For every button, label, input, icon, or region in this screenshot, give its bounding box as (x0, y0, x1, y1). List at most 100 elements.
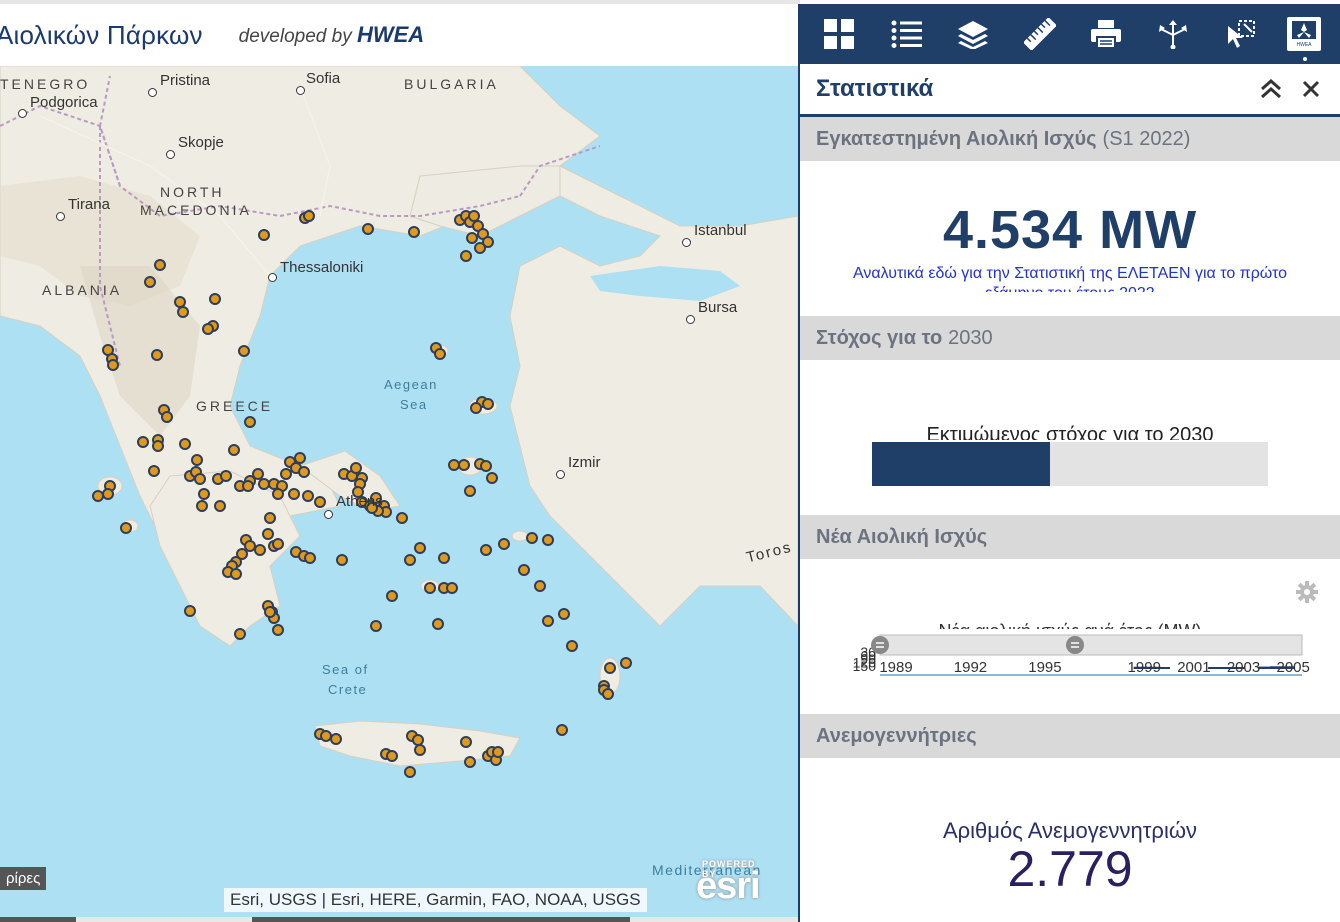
wind-park-marker[interactable] (184, 605, 196, 617)
brand-name[interactable]: HWEA (357, 22, 424, 47)
wind-park-marker[interactable] (198, 488, 210, 500)
wind-park-marker[interactable] (244, 416, 256, 428)
wind-park-marker[interactable] (604, 662, 616, 674)
wind-park-marker[interactable] (470, 402, 482, 414)
wind-park-marker[interactable] (202, 323, 214, 335)
wind-park-marker[interactable] (303, 210, 315, 222)
wind-park-marker[interactable] (458, 459, 470, 471)
wind-park-marker[interactable] (107, 359, 119, 371)
wind-park-marker[interactable] (362, 223, 374, 235)
map-view[interactable]: TENEGRO Podgorica Pristina Sofia BULGARI… (0, 66, 798, 922)
measure-button[interactable] (1020, 14, 1060, 54)
wind-park-marker[interactable] (414, 744, 426, 756)
wind-park-marker[interactable] (526, 532, 538, 544)
wind-park-marker[interactable] (161, 411, 173, 423)
wind-park-marker[interactable] (120, 522, 132, 534)
wind-park-marker[interactable] (336, 554, 348, 566)
wind-parks-layer[interactable] (0, 66, 798, 922)
wind-park-marker[interactable] (230, 568, 242, 580)
wind-park-marker[interactable] (314, 496, 326, 508)
wind-park-marker[interactable] (272, 538, 284, 550)
wind-park-marker[interactable] (492, 746, 504, 758)
wind-park-marker[interactable] (464, 485, 476, 497)
wind-park-marker[interactable] (432, 618, 444, 630)
close-button[interactable] (1298, 76, 1324, 102)
statistics-report-link[interactable]: Αναλυτικά εδώ για την Στατιστική της ΕΛΕ… (840, 264, 1300, 292)
overview-grid-button[interactable] (819, 14, 859, 54)
wind-park-marker[interactable] (370, 620, 382, 632)
wind-park-marker[interactable] (566, 640, 578, 652)
wind-park-marker[interactable] (330, 733, 342, 745)
wind-park-marker[interactable] (144, 276, 156, 288)
wind-park-marker[interactable] (220, 470, 232, 482)
wind-park-marker[interactable] (151, 349, 163, 361)
legend-button[interactable] (886, 14, 926, 54)
wind-park-marker[interactable] (460, 250, 472, 262)
wind-park-marker[interactable] (464, 756, 476, 768)
layers-button[interactable] (953, 14, 993, 54)
wind-park-marker[interactable] (534, 580, 546, 592)
wind-park-marker[interactable] (154, 259, 166, 271)
wind-park-marker[interactable] (468, 210, 480, 222)
wind-park-marker[interactable] (482, 398, 494, 410)
wind-park-marker[interactable] (404, 554, 416, 566)
wind-park-marker[interactable] (438, 552, 450, 564)
wind-park-marker[interactable] (518, 564, 530, 576)
wind-park-marker[interactable] (238, 345, 250, 357)
wind-park-marker[interactable] (242, 480, 254, 492)
wind-park-marker[interactable] (196, 500, 208, 512)
wind-park-marker[interactable] (602, 688, 614, 700)
wind-park-marker[interactable] (179, 438, 191, 450)
wind-park-marker[interactable] (258, 229, 270, 241)
wind-park-marker[interactable] (252, 468, 264, 480)
wind-park-marker[interactable] (92, 490, 104, 502)
wind-park-marker[interactable] (542, 615, 554, 627)
wind-park-marker[interactable] (434, 348, 446, 360)
wind-park-marker[interactable] (288, 488, 300, 500)
print-button[interactable] (1086, 14, 1126, 54)
wind-park-marker[interactable] (404, 766, 416, 778)
wind-park-marker[interactable] (448, 459, 460, 471)
collapse-button[interactable] (1258, 76, 1284, 102)
wind-park-marker[interactable] (480, 544, 492, 556)
wind-park-marker[interactable] (264, 606, 276, 618)
wind-park-marker[interactable] (194, 473, 206, 485)
wind-park-marker[interactable] (620, 657, 632, 669)
wind-park-marker[interactable] (412, 734, 424, 746)
slider-handle-right[interactable] (1066, 636, 1084, 654)
wind-park-marker[interactable] (177, 306, 189, 318)
wind-park-marker[interactable] (174, 296, 186, 308)
wind-park-marker[interactable] (350, 462, 362, 474)
wind-park-marker[interactable] (244, 540, 256, 552)
wind-park-marker[interactable] (558, 608, 570, 620)
wind-park-marker[interactable] (396, 512, 408, 524)
chart-range-slider[interactable] (879, 634, 1303, 656)
wind-park-marker[interactable] (474, 242, 486, 254)
wind-park-marker[interactable] (556, 724, 568, 736)
wind-park-marker[interactable] (228, 444, 240, 456)
wind-park-marker[interactable] (480, 460, 492, 472)
share-button[interactable] (1153, 14, 1193, 54)
wind-park-marker[interactable] (254, 544, 266, 556)
hwea-logo-button[interactable]: HWEA (1286, 17, 1321, 51)
select-button[interactable] (1220, 14, 1260, 54)
wind-park-marker[interactable] (424, 582, 436, 594)
wind-park-marker[interactable] (294, 452, 306, 464)
wind-park-marker[interactable] (234, 628, 246, 640)
wind-park-marker[interactable] (272, 488, 284, 500)
wind-park-marker[interactable] (386, 590, 398, 602)
wind-park-marker[interactable] (298, 466, 310, 478)
wind-park-marker[interactable] (386, 750, 398, 762)
wind-park-marker[interactable] (280, 468, 292, 480)
chart-settings-button[interactable] (1296, 581, 1318, 608)
wind-park-marker[interactable] (542, 534, 554, 546)
wind-park-marker[interactable] (498, 538, 510, 550)
wind-park-marker[interactable] (264, 512, 276, 524)
wind-park-marker[interactable] (466, 232, 478, 244)
basemap-gallery-label[interactable]: ρίρες (0, 867, 47, 890)
slider-handle-left[interactable] (871, 636, 889, 654)
wind-park-marker[interactable] (214, 500, 226, 512)
new-power-chart[interactable]: 306090120150 1989 1992 1995 1999 2001 2003 200… (840, 631, 1310, 681)
wind-park-marker[interactable] (137, 436, 149, 448)
wind-park-marker[interactable] (258, 478, 270, 490)
